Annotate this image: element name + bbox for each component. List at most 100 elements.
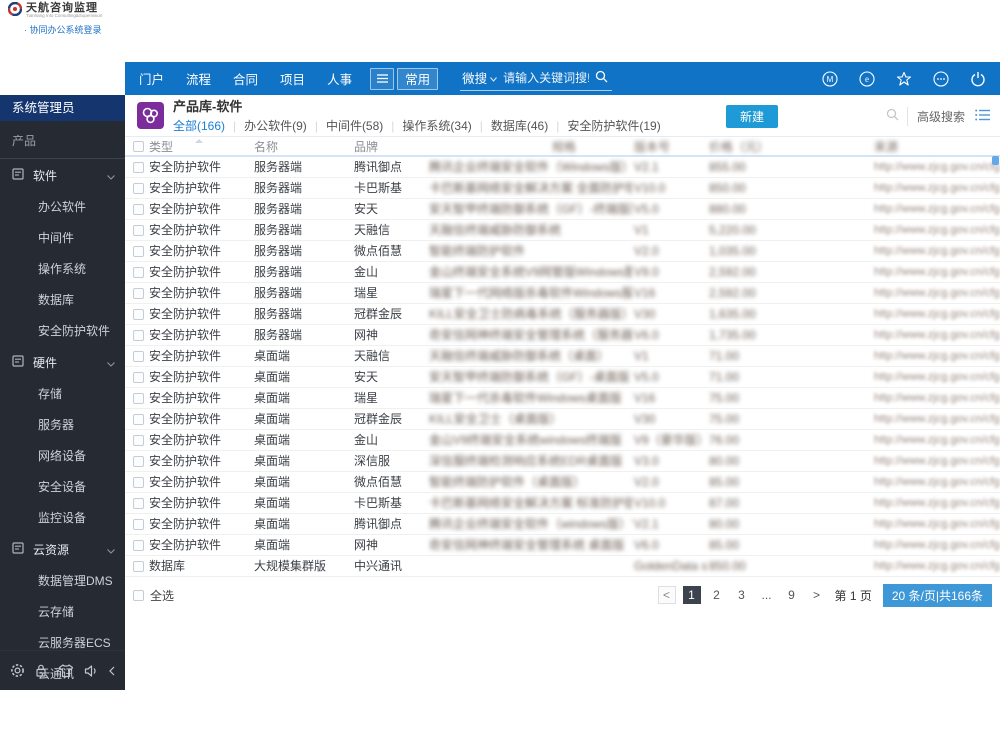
col-header-brand[interactable]: 品牌 [352,137,427,157]
row-checkbox[interactable] [133,476,144,488]
pagination-page[interactable]: 9 [783,586,801,604]
col-header-version[interactable]: 版本号 [632,137,707,157]
row-checkbox[interactable] [133,266,144,278]
table-row[interactable]: 安全防护软件 桌面端 微点佰慧 智能终端防护软件（桌面版） V2.0 85.00 http:… [125,471,1000,493]
search-input[interactable] [503,70,590,85]
nav-tab-active[interactable]: 常用 [397,67,439,90]
sidebar-item[interactable]: 监控设备 [0,502,125,533]
col-header-name[interactable]: 名称 [252,137,352,157]
cell-source[interactable]: http://www.zjcg.gov.cn/cfg/ [872,261,1000,283]
filter-tab[interactable]: 安全防护软件(19) [567,117,660,136]
sidebar-item[interactable]: 服务器 [0,409,125,440]
cell-source[interactable]: http://www.zjcg.gov.cn/cfg/ [872,198,1000,220]
row-checkbox[interactable] [133,182,144,194]
col-header-price[interactable]: 价格（元） [707,137,872,157]
table-row[interactable]: 安全防护软件桌面端腾讯御点腾讯企业终端安全软件（windows版）V2.1桌V2… [125,513,1000,535]
row-checkbox[interactable] [133,308,144,320]
cell-source[interactable]: http://www.zjcg.gov.cn/cfg/ [872,387,1000,409]
nav-tab[interactable]: 门户 [139,69,164,88]
row-checkbox[interactable] [133,413,144,425]
power-icon[interactable] [970,71,986,87]
cell-source[interactable]: http://www.zjcg.gov.cn/cfg/ [872,282,1000,304]
row-checkbox[interactable] [133,287,144,299]
cell-source[interactable]: http://www.zjcg.gov.cn/cfg/ [872,471,1000,493]
sidebar-group-header[interactable]: 云资源 [0,533,125,565]
table-row[interactable]: 安全防护软件 服务器端 微点佰慧 智能终端防护软件 V2.0 1,035.00 http:/… [125,240,1000,262]
table-row[interactable]: 安全防护软件服务器端卡巴斯基卡巴斯基网络安全解决方案 全面防护增强版（KL 增强… [125,177,1000,199]
table-row[interactable]: 安全防护软件 服务器端 腾讯御点 腾讯企业终端安全软件（Windows版） V2.1 85… [125,156,1000,178]
cell-source[interactable]: http://www.zjcg.gov.cn/cfg/ [872,366,1000,388]
row-checkbox[interactable] [133,497,144,509]
row-checkbox[interactable] [133,434,144,446]
sidebar-item[interactable]: 安全设备 [0,471,125,502]
sidebar-group-header[interactable]: 硬件 [0,346,125,378]
row-checkbox[interactable] [133,203,144,215]
row-checkbox[interactable] [133,224,144,236]
search-icon[interactable] [595,70,608,86]
row-checkbox[interactable] [133,350,144,362]
settings-gear-icon[interactable] [10,663,25,678]
search-scope-dropdown[interactable]: 微搜 [462,68,498,87]
table-row[interactable]: 安全防护软件 桌面端 瑞星 瑞星下一代杀毒软件Windows桌面版 V16 75.00 ht… [125,387,1000,409]
pagination-page[interactable]: 1 [682,586,701,604]
pagination-page[interactable]: 3 [733,586,751,604]
table-row[interactable]: 安全防护软件 桌面端 安天 安天智甲终端防御系统（GF）-桌面版 V5.0 71.00 ht… [125,366,1000,388]
filter-tab[interactable]: 数据库(46) [491,117,548,136]
table-row[interactable]: 安全防护软件 服务器端 天融信 天融信终端威胁防御系统 V1 5,220.00 http:/… [125,219,1000,241]
select-all-control[interactable]: 全选 [133,587,174,604]
pagination-prev[interactable]: < [657,586,676,604]
row-checkbox[interactable] [133,392,144,404]
sidebar-item[interactable]: 云存储 [0,596,125,627]
cell-source[interactable]: http://www.zjcg.gov.cn/cfg/ [872,534,1000,556]
cell-source[interactable]: http://www.zjcg.gov.cn/cfg/ [872,324,1000,346]
sidebar-item[interactable]: 存储 [0,378,125,409]
cell-source[interactable]: http://www.zjcg.gov.cn/cfg/ [872,345,1000,367]
nav-tab[interactable]: 人事 [327,69,352,88]
sidebar-item[interactable]: 办公软件 [0,191,125,222]
sidebar-item[interactable]: 操作系统 [0,253,125,284]
page-size-selector[interactable]: 20 条/页|共166条 [882,583,992,607]
pagination-next[interactable]: > [808,586,826,604]
cell-source[interactable]: http://www.zjcg.gov.cn/cfg/ [872,219,1000,241]
favorite-star-icon[interactable] [896,71,912,87]
cell-source[interactable]: http://www.zjcg.gov.cn/cfg/ [872,450,1000,472]
cell-source[interactable]: http://www.zjcg.gov.cn/cfg/ [872,429,1000,451]
filter-tab[interactable]: 全部(166) [173,117,225,143]
m-badge-icon[interactable]: M [822,70,838,87]
table-row[interactable]: 安全防护软件服务器端金山金山终端安全系统V9网管版Windows服务器版V9.0… [125,261,1000,283]
cell-source[interactable]: http://www.zjcg.gov.cn/cfg/ [872,303,1000,325]
cell-source[interactable]: http://www.zjcg.gov.cn/cfg/ [872,555,1000,577]
table-scrollbar-thumb[interactable] [992,156,999,165]
nav-tab[interactable]: 合同 [233,69,258,88]
cell-source[interactable]: http://www.zjcg.gov.cn/cfg/ [872,156,1000,178]
table-row[interactable]: 安全防护软件 桌面端 金山 金山V9终端安全系统windows终端版 V9（豪华版） 76… [125,429,1000,451]
row-checkbox[interactable] [133,539,144,551]
cell-source[interactable]: http://www.zjcg.gov.cn/cfg/ [872,492,1000,514]
lock-icon[interactable] [34,663,48,678]
cell-source[interactable]: http://www.zjcg.gov.cn/cfg/ [872,177,1000,199]
cell-source[interactable]: http://www.zjcg.gov.cn/cfg/ [872,408,1000,430]
oa-login-link[interactable]: · 协同办公系统登录 [8,23,119,36]
more-circle-icon[interactable] [933,70,949,87]
nav-tab[interactable]: 流程 [186,69,211,88]
filter-tab[interactable]: 操作系统(34) [402,117,471,136]
sidebar-item[interactable]: 网络设备 [0,440,125,471]
sidebar-item[interactable]: 安全防护软件 [0,315,125,346]
col-header-source[interactable]: 来源 [872,137,1000,157]
filter-tab[interactable]: 中间件(58) [326,117,383,136]
message-icon[interactable]: e [859,70,875,87]
collapse-chevron-icon[interactable] [109,666,115,676]
cell-source[interactable]: http://www.zjcg.gov.cn/cfg/ [872,240,1000,262]
table-row[interactable]: 安全防护软件 桌面端 冠群金辰 KILL安全卫士（桌面版） V30 75.00 http:/… [125,408,1000,430]
table-row[interactable]: 安全防护软件服务器端安天安天智甲终端防御系统（GF）-终端版防病毒V5.0880… [125,198,1000,220]
advanced-search-link[interactable]: 高级搜索 [906,107,967,126]
view-list-icon[interactable] [975,108,990,126]
row-checkbox[interactable] [133,371,144,383]
row-checkbox[interactable] [133,560,144,572]
row-checkbox[interactable] [133,162,144,174]
table-row[interactable]: 安全防护软件 桌面端 网神 奇安信网神终端安全管理系统 桌面版 V6.0 85.00 htt… [125,534,1000,556]
table-row[interactable]: 安全防护软件 服务器端 冠群金辰 KILL安全卫士防病毒系统（服务器版） V30 1,63… [125,303,1000,325]
sidebar-role[interactable]: 系统管理员 [0,95,125,121]
table-row[interactable]: 安全防护软件 桌面端 深信服 深信服终端检测响应系统EDR桌面版 V3.0 80.00 ht… [125,450,1000,472]
col-header-spec[interactable]: 规格 [427,137,632,157]
